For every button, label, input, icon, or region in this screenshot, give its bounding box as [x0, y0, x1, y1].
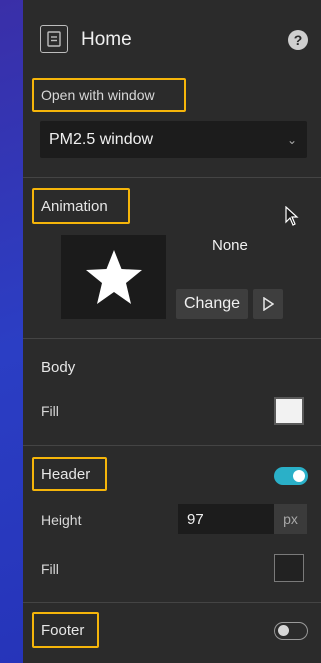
footer-toggle[interactable]	[274, 622, 308, 640]
divider	[23, 338, 321, 339]
window-select-value: PM2.5 window	[49, 130, 154, 148]
help-icon[interactable]: ?	[288, 30, 308, 50]
footer-label: Footer	[41, 622, 85, 639]
header-fill-label: Fill	[41, 561, 59, 577]
header-toggle[interactable]	[274, 467, 308, 485]
header-height-input[interactable]: 97	[178, 504, 274, 534]
animation-label: Animation	[41, 198, 108, 215]
page-icon	[40, 25, 68, 53]
body-fill-swatch[interactable]	[274, 397, 304, 425]
animation-current: None	[212, 237, 248, 254]
panel-title: Home	[81, 29, 132, 50]
header-height-label: Height	[41, 512, 82, 528]
body-label: Body	[41, 359, 76, 376]
height-unit: px	[274, 504, 307, 534]
play-button[interactable]	[253, 289, 283, 319]
mouse-cursor-icon	[285, 205, 299, 231]
window-select[interactable]: PM2.5 window ⌄	[40, 121, 307, 158]
divider	[23, 445, 321, 446]
divider	[23, 177, 321, 178]
open-with-window-label: Open with window	[41, 87, 155, 103]
star-icon	[85, 250, 142, 304]
properties-panel: Home ? Open with window PM2.5 window ⌄ A…	[23, 0, 321, 663]
divider	[23, 602, 321, 603]
header-fill-swatch[interactable]	[274, 554, 304, 582]
body-fill-label: Fill	[41, 403, 59, 419]
change-animation-button[interactable]: Change	[176, 289, 248, 319]
chevron-down-icon: ⌄	[286, 132, 297, 147]
header-label: Header	[41, 466, 91, 483]
play-icon	[263, 297, 274, 311]
animation-preview	[61, 235, 166, 319]
